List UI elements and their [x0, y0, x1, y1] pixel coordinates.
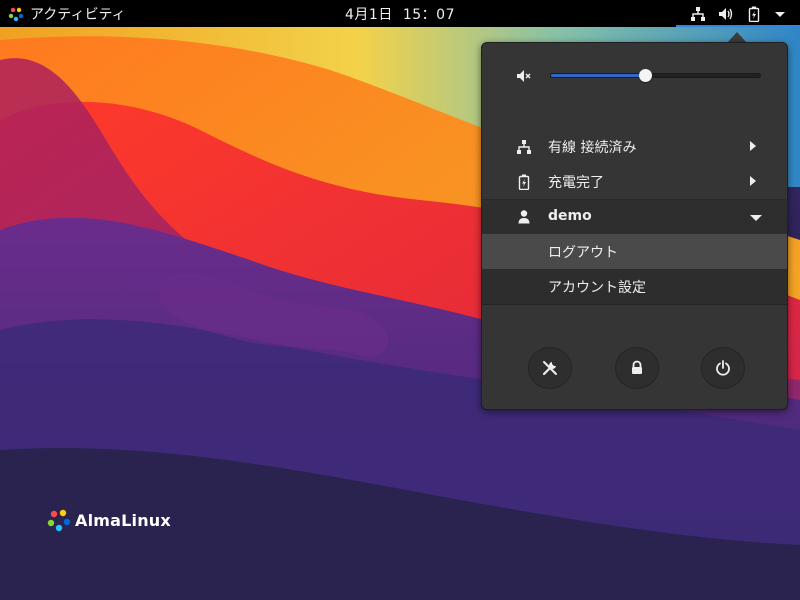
user-name: demo	[548, 208, 592, 224]
menu-arrow-icon	[775, 11, 785, 17]
account-settings-item[interactable]: アカウント設定	[482, 269, 787, 304]
user-icon	[518, 210, 530, 224]
wired-connection-item[interactable]: 有線 接続済み	[482, 129, 787, 164]
volume-slider-fill	[551, 74, 646, 77]
lock-icon	[632, 360, 642, 374]
almalinux-logo: AlmaLinux	[47, 508, 171, 532]
user-item[interactable]: demo	[482, 199, 787, 234]
battery-label: 充電完了	[548, 175, 604, 191]
system-menu: 有線 接続済み 充電完了 demo ログアウト アカウント設定	[481, 42, 788, 410]
battery-item[interactable]: 充電完了	[482, 164, 787, 199]
clock-date: 4月1日	[345, 6, 393, 23]
wired-connection-label: 有線 接続済み	[548, 140, 637, 156]
divider	[482, 304, 787, 305]
volume-icon	[719, 7, 733, 20]
volume-slider-handle[interactable]	[639, 69, 653, 82]
clock-time: 15：07	[402, 6, 455, 23]
volume-muted-icon	[517, 70, 531, 82]
chevron-down-icon	[750, 215, 762, 221]
account-settings-label: アカウント設定	[548, 280, 646, 296]
network-wired-icon	[691, 6, 705, 21]
chevron-right-icon	[750, 141, 756, 151]
power-button[interactable]	[701, 347, 745, 389]
power-icon	[716, 360, 730, 376]
network-wired-icon	[517, 140, 531, 154]
top-bar: アクティビティ 4月1日 15：07	[0, 0, 800, 27]
battery-charging-icon	[518, 174, 530, 190]
system-status-area[interactable]	[676, 0, 800, 27]
settings-button[interactable]	[528, 347, 572, 389]
lock-button[interactable]	[615, 347, 659, 389]
volume-slider[interactable]	[550, 69, 761, 82]
almalinux-logo-icon	[47, 509, 71, 532]
battery-charging-icon	[748, 6, 760, 22]
logout-label: ログアウト	[548, 245, 618, 261]
logo-text: AlmaLinux	[75, 510, 171, 530]
volume-row	[482, 59, 787, 93]
settings-icon	[542, 361, 557, 376]
chevron-right-icon	[750, 176, 756, 186]
status-area-active-indicator	[676, 25, 800, 27]
logout-item[interactable]: ログアウト	[482, 234, 787, 269]
